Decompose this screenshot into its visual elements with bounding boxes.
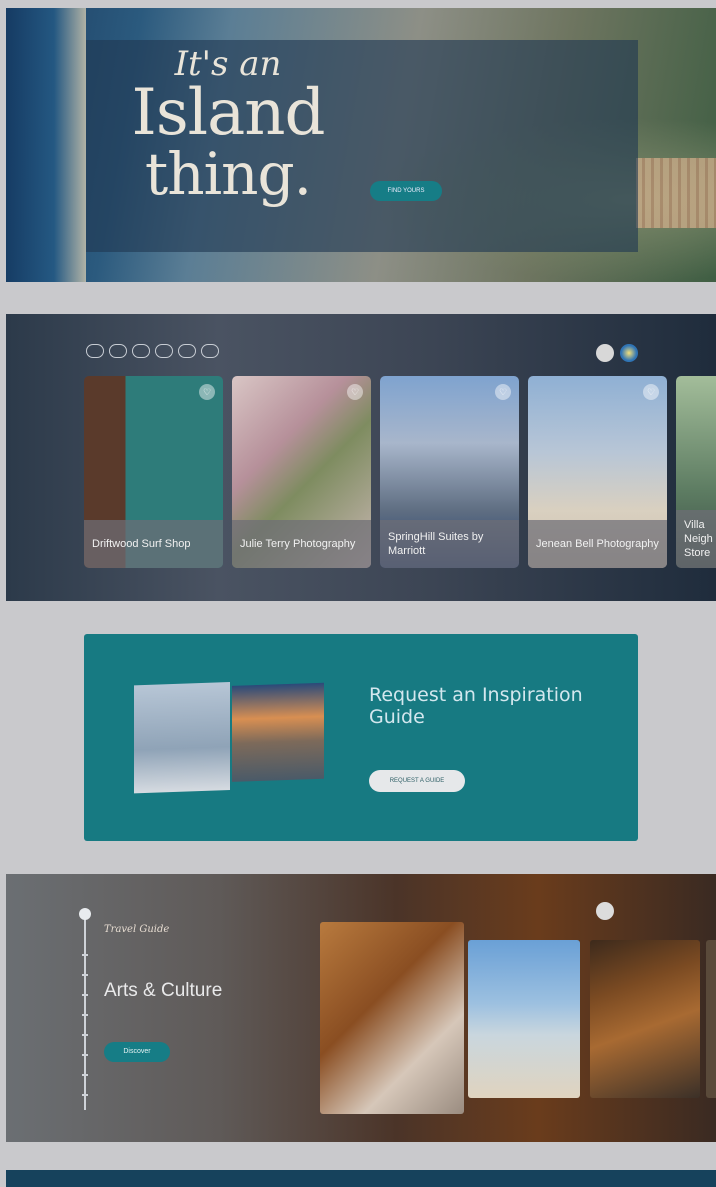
guide-book-page-left bbox=[134, 682, 230, 794]
listing-card-title: SpringHill Suites by Marriott bbox=[380, 520, 519, 568]
inspiration-guide-banner: Request an Inspiration Guide REQUEST A G… bbox=[84, 634, 638, 841]
guide-book-image bbox=[134, 679, 326, 794]
timeline-tick[interactable] bbox=[82, 1034, 88, 1036]
hero-headline-line3: thing. bbox=[144, 140, 312, 208]
carousel-prev-button[interactable] bbox=[596, 344, 614, 362]
hero-headline-line2: Island bbox=[131, 76, 326, 150]
heart-icon[interactable]: ♡ bbox=[643, 384, 659, 400]
arts-title: Arts & Culture bbox=[104, 980, 223, 1001]
timeline-tick[interactable] bbox=[82, 974, 88, 976]
listings-carousel: ♡ Driftwood Surf Shop ♡ Julie Terry Phot… bbox=[6, 314, 716, 601]
guide-book-page-right bbox=[232, 682, 324, 782]
hero-headline: It's an Island thing. bbox=[118, 46, 338, 226]
filter-chip[interactable] bbox=[109, 344, 127, 358]
carousel-nav-button[interactable] bbox=[596, 902, 614, 920]
timeline-tick[interactable] bbox=[82, 1074, 88, 1076]
filter-chip[interactable] bbox=[201, 344, 219, 358]
arts-kicker: Travel Guide bbox=[104, 924, 170, 935]
heart-icon[interactable]: ♡ bbox=[495, 384, 511, 400]
listing-card[interactable]: Villa Neigh Store bbox=[676, 376, 716, 568]
guide-title: Request an Inspiration Guide bbox=[369, 684, 583, 728]
timeline-line bbox=[84, 914, 86, 1110]
listing-card-title: Villa Neigh Store bbox=[676, 510, 716, 568]
listing-card-title: Jenean Bell Photography bbox=[528, 520, 667, 568]
beach-family-photo[interactable] bbox=[468, 940, 580, 1098]
listing-cards: ♡ Driftwood Surf Shop ♡ Julie Terry Phot… bbox=[84, 376, 716, 568]
carousel-next-button[interactable] bbox=[620, 344, 638, 362]
hero-coast-image bbox=[6, 8, 86, 282]
hero-description bbox=[370, 94, 610, 102]
listing-card[interactable]: ♡ Jenean Bell Photography bbox=[528, 376, 667, 568]
dining-photo[interactable] bbox=[590, 940, 700, 1098]
timeline-tick[interactable] bbox=[82, 994, 88, 996]
filter-chip[interactable] bbox=[178, 344, 196, 358]
filter-chip[interactable] bbox=[86, 344, 104, 358]
listing-card-title: Driftwood Surf Shop bbox=[84, 520, 223, 568]
heart-icon[interactable]: ♡ bbox=[347, 384, 363, 400]
listing-card-title: Julie Terry Photography bbox=[232, 520, 371, 568]
listing-card[interactable]: ♡ Julie Terry Photography bbox=[232, 376, 371, 568]
heart-icon[interactable]: ♡ bbox=[199, 384, 215, 400]
request-guide-button[interactable]: REQUEST A GUIDE bbox=[369, 770, 465, 792]
arts-culture-section: Travel Guide Arts & Culture Discover bbox=[6, 874, 716, 1142]
listing-card[interactable]: ♡ Driftwood Surf Shop bbox=[84, 376, 223, 568]
hero-section bbox=[6, 8, 716, 282]
filter-chip[interactable] bbox=[155, 344, 173, 358]
listing-card[interactable]: ♡ SpringHill Suites by Marriott bbox=[380, 376, 519, 568]
filter-chip[interactable] bbox=[132, 344, 150, 358]
hero-buildings-image bbox=[636, 158, 716, 228]
violin-photo[interactable] bbox=[320, 922, 464, 1114]
footer-strip bbox=[6, 1170, 716, 1187]
timeline-tick[interactable] bbox=[82, 1054, 88, 1056]
timeline-tick[interactable] bbox=[82, 1094, 88, 1096]
partial-photo[interactable] bbox=[706, 940, 716, 1098]
filter-chips bbox=[86, 344, 219, 358]
timeline-tick[interactable] bbox=[82, 1014, 88, 1016]
find-yours-button[interactable]: FIND YOURS bbox=[370, 181, 442, 201]
discover-button[interactable]: Discover bbox=[104, 1042, 170, 1062]
timeline-tick[interactable] bbox=[82, 954, 88, 956]
timeline-active-dot[interactable] bbox=[79, 908, 91, 920]
